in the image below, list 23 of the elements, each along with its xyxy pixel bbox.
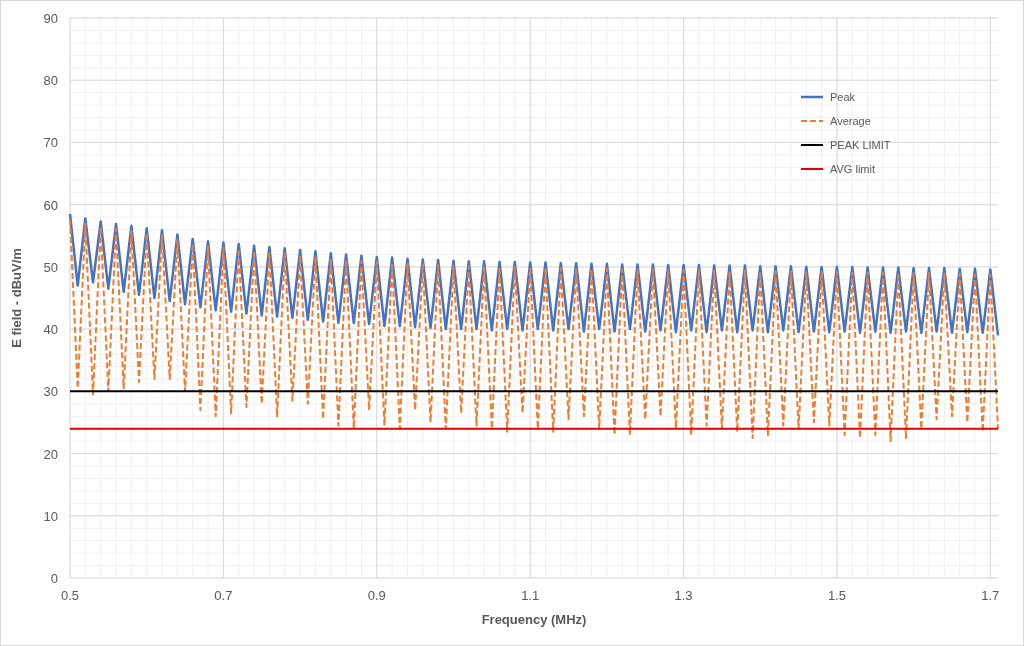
- axis-tick-label: 90: [43, 11, 58, 26]
- y-axis-title: E field - dBuV/m: [9, 248, 24, 348]
- axis-tick-label: 30: [43, 384, 58, 400]
- axis-tick-label: 1.1: [521, 588, 540, 603]
- axis-tick-label: 0: [50, 571, 58, 586]
- axis-tick-label: 1.7: [981, 588, 1000, 603]
- legend-label: Peak: [830, 91, 856, 103]
- axis-tick-label: 70: [43, 135, 58, 151]
- axis-tick-label: 60: [43, 197, 58, 213]
- x-axis-title: Frequency (MHz): [481, 612, 587, 627]
- legend-label: AVG limit: [830, 163, 876, 175]
- axis-tick-label: 1.5: [827, 588, 846, 603]
- axis-tick-label: 0.5: [60, 588, 80, 603]
- axis-tick-label: 40: [43, 322, 58, 338]
- axis-tick-label: 80: [43, 73, 58, 89]
- axis-tick-label: 20: [43, 446, 58, 462]
- axis-tick-label: 0.7: [214, 588, 233, 603]
- axis-tick-label: 0.9: [367, 588, 386, 603]
- legend-label: PEAK LIMIT: [830, 139, 891, 151]
- legend-label: Average: [830, 115, 871, 127]
- axis-tick-label: 1.3: [674, 588, 693, 603]
- axis-tick-label: 10: [43, 508, 58, 524]
- axis-tick-label: 50: [43, 259, 58, 275]
